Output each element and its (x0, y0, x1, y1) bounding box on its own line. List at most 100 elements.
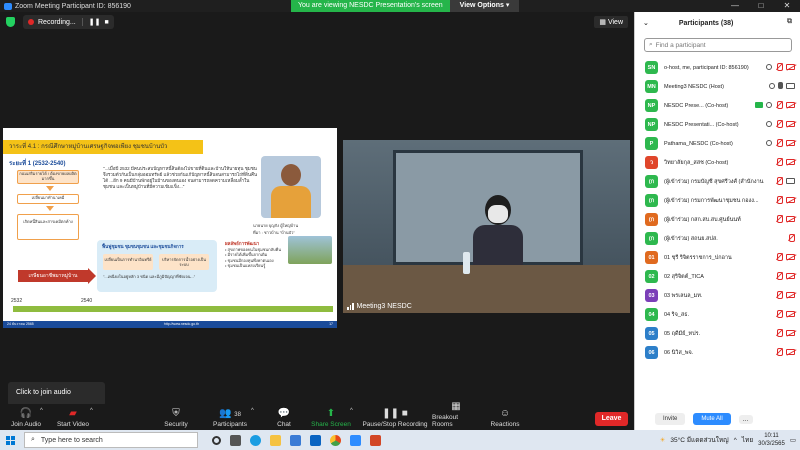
video-tile[interactable]: Meeting3 NESDC (343, 140, 630, 313)
video-options-caret[interactable]: ^ (90, 408, 93, 414)
audio-options-caret[interactable]: ^ (40, 408, 43, 414)
taskbar-search-input[interactable]: ⌕ Type here to search (24, 432, 198, 448)
reactions-icon: ☺ (499, 408, 511, 419)
pause-stop-recording-button[interactable]: ❚❚ ■ Pause/Stop Recording (360, 404, 430, 430)
minimize-button[interactable]: — (722, 0, 748, 12)
participant-row[interactable]: 03 03 พรเลนล_มท. (635, 286, 800, 305)
breakout-rooms-button[interactable]: ▦ Breakout Rooms (432, 401, 480, 430)
weather-sun-icon: ☀ (659, 437, 666, 444)
recording-status-icon (769, 82, 775, 89)
participant-avatar: SN (645, 61, 658, 74)
participant-row[interactable]: (ก (ผู้เข้าร่วม) กรมการพัฒนาชุมชน กองง... (635, 191, 800, 210)
mic-muted-icon (775, 101, 783, 109)
view-options-button[interactable]: View Options ▾ (449, 0, 520, 12)
find-participant-input[interactable]: ⌕ Find a participant (644, 38, 792, 52)
person-body (473, 225, 523, 265)
security-button[interactable]: ⛨ Security (158, 404, 194, 430)
participant-row[interactable]: 01 01 ชุรี ริจิตรราชการ_ปกอาน (635, 248, 800, 267)
participant-row[interactable]: (ก (ผู้เข้าร่วม) สถนย.สปส. (635, 229, 800, 248)
notification-icon[interactable]: ▭ (790, 436, 796, 444)
reactions-button[interactable]: ☺ Reactions (488, 404, 522, 430)
collapse-chevron-icon[interactable]: ⌄ (643, 19, 649, 27)
mic-muted-icon (775, 291, 783, 299)
participant-row[interactable]: SN o-host, me, participant ID: 856190) (635, 58, 800, 77)
stop-recording-icon[interactable]: ■ (104, 19, 108, 26)
view-button[interactable]: ▦ View (594, 16, 628, 28)
participant-name: NESDC Presentati... (Co-host) (664, 121, 739, 128)
slide-red-arrow (88, 268, 96, 284)
participant-row[interactable]: 06 06 นิวิส_พจ. (635, 343, 800, 362)
slide-sub-panel: ฟื้นฟูชุมชน ชุมชนชุมชน และชุมชนกิจการ เป… (97, 240, 217, 292)
powerpoint-icon[interactable] (370, 434, 381, 446)
portrait-head (281, 164, 301, 186)
mic-muted-icon (775, 196, 783, 204)
participants-button[interactable]: 👥 38 Participants (208, 404, 252, 430)
security-label: Security (164, 421, 188, 428)
share-screen-icon: ⬆ (326, 408, 336, 419)
store-icon[interactable] (290, 434, 301, 446)
video-off-icon (786, 254, 795, 260)
participant-status-icons (775, 329, 795, 337)
maximize-button[interactable]: □ (748, 0, 774, 12)
file-explorer-icon[interactable] (270, 434, 281, 446)
participant-avatar: (ก (645, 194, 658, 207)
shield-security-icon: ⛨ (172, 408, 180, 419)
participant-row[interactable]: MN Meeting3 NESDC (Host) (635, 77, 800, 96)
leave-button[interactable]: Leave (595, 412, 628, 426)
weather-text[interactable]: 35°C มีแดดส่วนใหญ่ (670, 435, 728, 445)
participant-avatar: 04 (645, 308, 658, 321)
slide-arrow-2 (46, 206, 54, 211)
participant-avatar: 02 (645, 270, 658, 283)
taskbar-apps (212, 434, 381, 446)
participant-row[interactable]: 02 02 สุริจิตต์_TICA (635, 267, 800, 286)
pause-recording-icon[interactable]: ❚❚ (89, 18, 101, 26)
edge-icon[interactable] (250, 434, 261, 446)
windows-start-icon[interactable] (6, 435, 15, 445)
recording-status-icon (766, 140, 772, 146)
panel-popout-icon[interactable]: ⧉ (787, 18, 792, 26)
mute-all-button[interactable]: Mute All (693, 413, 731, 425)
video-on-icon (786, 178, 795, 184)
invite-button[interactable]: Invite (655, 413, 686, 425)
slide-sub-box-1: เปลี่ยนเป็นการทำนาอินทรีย์ (103, 254, 153, 270)
video-off-icon (786, 159, 795, 165)
close-button[interactable]: ✕ (774, 0, 800, 12)
participant-row[interactable]: (ก (ผู้เข้าร่วม) กสก.สบ.สบ.ศูนย์นนท์ (635, 210, 800, 229)
start-video-button[interactable]: ▰ Start Video (53, 404, 93, 430)
mic-muted-icon (775, 63, 783, 71)
more-options-button[interactable]: ... (738, 414, 753, 424)
language-indicator[interactable]: ไทย (742, 435, 753, 445)
breakout-grid-icon: ▦ (451, 401, 461, 412)
slide-caption: นายนาย บุญกัง ผู้ใหญ่บ้าน ที่มา : ชาวบ้า… (253, 222, 298, 236)
reactions-label: Reactions (490, 421, 520, 428)
participant-row[interactable]: ว วิทยาลัยกุล_สสช (Co-host) (635, 153, 800, 172)
participants-icon: 👥 38 (219, 408, 241, 419)
participant-row[interactable]: 04 04 ริจ_สธ. (635, 305, 800, 324)
task-view-icon[interactable] (212, 435, 221, 445)
widgets-icon[interactable] (230, 434, 241, 446)
zoom-taskbar-icon[interactable] (350, 434, 361, 446)
share-caret[interactable]: ^ (350, 408, 353, 414)
join-audio-button[interactable]: 🎧 Join Audio (8, 404, 44, 430)
share-screen-button[interactable]: ⬆ Share Screen (309, 404, 353, 430)
participant-name: Pathama_NESDC (Co-host) (664, 140, 733, 147)
shield-icon[interactable] (6, 17, 15, 27)
participant-row[interactable]: NP NESDC Prese... (Co-host) (635, 96, 800, 115)
pause-stop-recording-label: Pause/Stop Recording (362, 421, 428, 428)
participant-row[interactable]: 05 05 ฤดีมีย์_ทปร. (635, 324, 800, 343)
participant-row[interactable]: P Pathama_NESDC (Co-host) (635, 134, 800, 153)
chat-button[interactable]: 💬 Chat (271, 404, 297, 430)
mail-icon[interactable] (310, 434, 321, 446)
clock[interactable]: 10:11 30/3/2565 (758, 432, 785, 448)
tray-chevron-icon[interactable]: ^ (734, 437, 737, 444)
meeting-toolbar: 🎧 Join Audio ^ ▰ Start Video ^ ⛨ Securit… (0, 401, 634, 430)
slide-box-2: เปลี่ยนมาทำนาเคมี (17, 194, 79, 204)
participant-status-icons (775, 158, 795, 166)
participant-avatar: (ก (645, 175, 658, 188)
participant-row[interactable]: NP NESDC Presentati... (Co-host) (635, 115, 800, 134)
taskbar-search-placeholder: Type here to search (40, 436, 103, 444)
participant-row[interactable]: (ก (ผู้เข้าร่วม) กรมบัญชี สุขศรีวงศ์ (สำน… (635, 172, 800, 191)
participants-caret[interactable]: ^ (251, 408, 254, 414)
video-off-icon: ▰ (69, 408, 77, 419)
chrome-icon[interactable] (330, 434, 341, 446)
